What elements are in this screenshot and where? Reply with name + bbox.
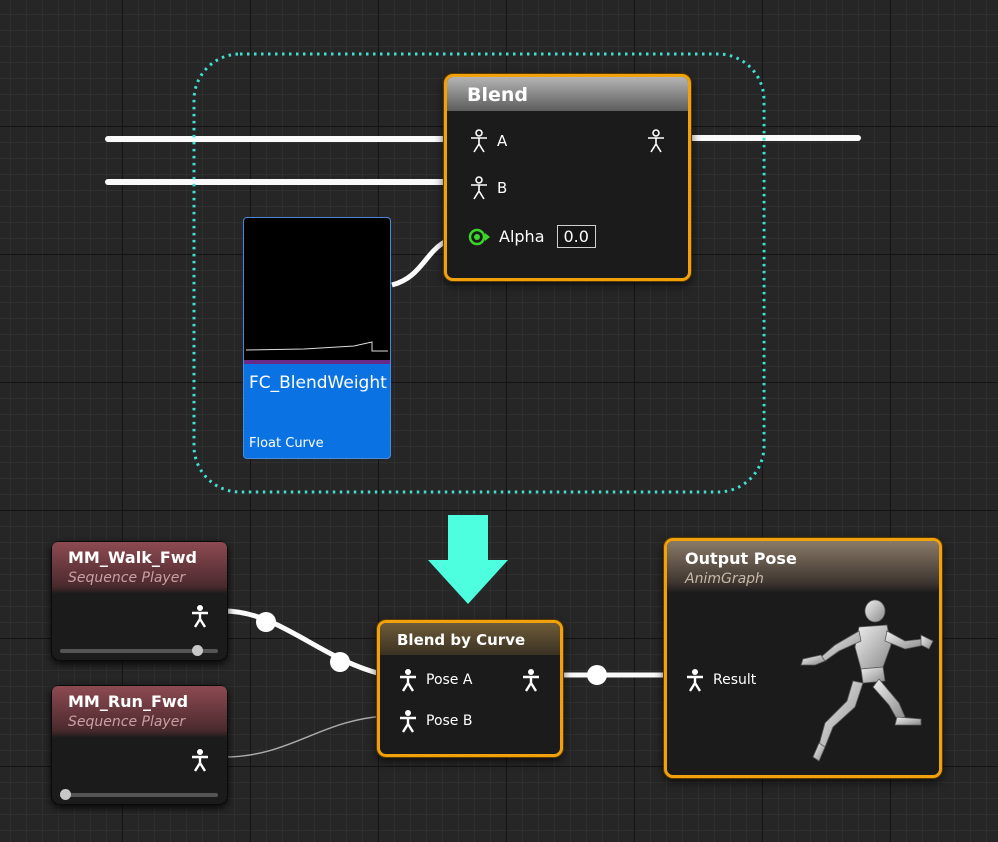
slider-handle[interactable]	[192, 645, 204, 656]
pose-icon	[687, 669, 703, 692]
pose-icon	[400, 669, 416, 692]
blend-by-curve-title: Blend by Curve	[397, 631, 526, 649]
pin-b-label: B	[497, 179, 508, 197]
walk-node-subtitle: Sequence Player	[68, 570, 186, 586]
pin-b[interactable]: B	[469, 176, 507, 200]
pose-output-icon[interactable]	[190, 748, 210, 772]
pin-alpha[interactable]: Alpha 0.0	[467, 225, 596, 248]
pin-pose-a-label: Pose A	[426, 672, 473, 688]
run-node-subtitle: Sequence Player	[68, 714, 186, 730]
walk-playback-slider[interactable]	[60, 645, 218, 656]
arrow-down-icon	[428, 515, 508, 604]
pose-icon	[471, 129, 487, 153]
pin-result-label: Result	[713, 672, 757, 688]
reroute-knot-2	[330, 652, 350, 672]
run-sequence-node[interactable]: MM_Run_Fwd Sequence Player	[51, 685, 228, 805]
pin-pose-b-label: Pose B	[426, 713, 473, 729]
reroute-knot-1	[256, 612, 276, 632]
pin-a-label: A	[497, 132, 508, 150]
pin-alpha-label: Alpha	[499, 227, 545, 246]
pose-output-icon[interactable]	[190, 604, 210, 628]
alpha-value-input[interactable]: 0.0	[556, 225, 596, 248]
pin-result[interactable]: Result	[685, 668, 756, 692]
walk-sequence-node[interactable]: MM_Walk_Fwd Sequence Player	[51, 541, 228, 661]
blend-node[interactable]: Blend A B Alpha 0.0	[444, 74, 691, 281]
float-curve-type: Float Curve	[249, 436, 324, 451]
float-pin-icon	[468, 228, 490, 245]
blend-by-curve-node[interactable]: Blend by Curve Pose A Pose B	[377, 620, 563, 757]
blend-node-title: Blend	[467, 84, 529, 106]
output-pose-node[interactable]: Output Pose AnimGraph Result	[664, 538, 942, 778]
pose-icon	[400, 710, 416, 733]
float-curve-name: FC_BlendWeight	[249, 373, 387, 393]
float-curve-node[interactable]: FC_BlendWeight Float Curve	[243, 217, 391, 459]
slider-handle[interactable]	[60, 789, 71, 800]
pin-pose-b[interactable]: Pose B	[398, 709, 472, 733]
curve-preview	[244, 218, 390, 364]
pose-output-icon[interactable]	[646, 129, 666, 153]
mannequin-running-icon	[800, 599, 934, 762]
pin-a[interactable]: A	[469, 129, 507, 153]
run-node-title: MM_Run_Fwd	[68, 692, 189, 711]
pose-icon	[471, 176, 487, 200]
walk-wire	[223, 608, 386, 678]
pin-pose-a[interactable]: Pose A	[398, 668, 472, 692]
run-playback-slider[interactable]	[60, 789, 218, 800]
run-wire	[223, 715, 386, 758]
walk-node-title: MM_Walk_Fwd	[68, 548, 198, 567]
output-pose-title: Output Pose	[685, 549, 797, 568]
output-pose-subtitle: AnimGraph	[685, 571, 764, 587]
pose-output-icon[interactable]	[521, 668, 541, 692]
reroute-knot-3	[587, 665, 607, 685]
